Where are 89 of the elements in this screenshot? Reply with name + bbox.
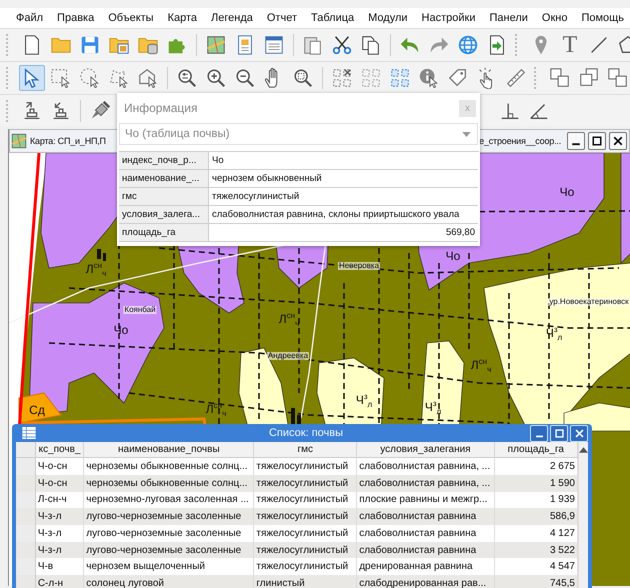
scrollbar[interactable] (578, 442, 588, 588)
window-title: Информация (124, 101, 198, 115)
soil-label: Чо (446, 250, 460, 262)
clear-selection-icon[interactable] (331, 67, 353, 89)
soil-label: Сд (29, 404, 45, 416)
maximize-icon[interactable] (588, 132, 606, 150)
village-blocks-drawing (97, 249, 106, 261)
ruler-icon[interactable] (505, 67, 527, 89)
zoom-rectangle-icon[interactable] (292, 67, 314, 89)
close-icon[interactable] (609, 132, 627, 150)
grid-squares-icon[interactable] (360, 67, 382, 89)
zoom-in-icon[interactable] (205, 67, 227, 89)
zoom-settings-icon[interactable] (176, 67, 198, 89)
overlap-squares-icon[interactable] (578, 67, 600, 89)
table-cell: Ч-о-сн (35, 474, 84, 492)
table-cell: 3 522 (494, 542, 578, 558)
table-cell: тяжелосуглинистый (254, 542, 357, 558)
table-cell: солонец луговой (84, 575, 254, 588)
globe-icon[interactable] (457, 34, 479, 56)
table-cell: слабоволнистая равнина (356, 542, 494, 558)
text-tool[interactable]: T (557, 32, 583, 58)
menu-item[interactable]: Настройки (414, 12, 482, 24)
caret-icon (462, 132, 471, 136)
table-icon[interactable] (263, 34, 285, 56)
table-cell: слабоволнистая равнина (356, 508, 494, 525)
field-value: тяжелосуглинистый (209, 188, 478, 206)
overlap-squares-icon[interactable] (607, 67, 629, 89)
map-icon[interactable] (205, 34, 227, 56)
field-value: 569,80 (209, 224, 478, 242)
menu-item[interactable]: Таблица (304, 12, 362, 24)
table-cell: лугово-черноземные засоленные (84, 542, 254, 558)
table-icon (21, 425, 37, 441)
cut-icon[interactable] (331, 34, 353, 56)
field-name: наименование_... (119, 170, 209, 188)
field-value: слабоволнистая равнина, склоны прииртышского увала (209, 206, 478, 224)
field-name: условия_залега... (119, 206, 209, 224)
place-name: Неверовка (338, 262, 380, 270)
menu-item[interactable]: Правка (50, 12, 102, 24)
menu-item[interactable]: Панели (482, 12, 535, 24)
window-title: Карта: СП_и_НП,П (30, 136, 106, 146)
field-name: индекс_почв_р... (119, 152, 209, 170)
place-name: Коянбай (123, 306, 157, 314)
field-name: площадь_га (119, 224, 209, 242)
paste-icon[interactable] (302, 34, 324, 56)
column-header[interactable]: условия_залегания (356, 442, 494, 458)
select-all-icon[interactable] (389, 67, 411, 89)
soil-label: Чо (560, 186, 574, 198)
info-icon[interactable] (418, 67, 440, 89)
column-header[interactable]: кс_почв_ (35, 442, 84, 458)
place-name: Андреевка (266, 352, 310, 360)
save-icon[interactable] (79, 34, 101, 56)
menu-item[interactable]: Окно (534, 12, 574, 24)
field-value: чернозем обыкновенный (209, 170, 478, 188)
table-cell: 745,5 (494, 575, 578, 588)
table-cell: слабоволнистая равнина, ... (356, 474, 494, 492)
place-name: ур.Новоекатериновск (548, 298, 630, 306)
column-header[interactable]: площадь_га (494, 442, 578, 458)
table-cell: тяжелосуглинистый (254, 508, 357, 525)
table-cell: 1 590 (494, 474, 578, 492)
table-cell: 586,9 (494, 508, 578, 525)
field-value: Чо (209, 152, 478, 170)
soil-label: Чо (114, 324, 128, 336)
table-cell: Ч-з-л (35, 508, 84, 525)
menu-item[interactable]: Карта (160, 12, 204, 24)
minimize-icon[interactable] (567, 132, 585, 150)
overlap-squares-icon[interactable] (549, 67, 571, 89)
copy-icon[interactable] (360, 34, 382, 56)
window-title: е_строения__соор... (479, 136, 561, 146)
field-name: гмс (119, 188, 209, 206)
table-cell: Ч-з-л (35, 542, 84, 558)
table-cell: тяжелосуглинистый (254, 474, 357, 492)
menu-item[interactable]: Отчет (260, 12, 304, 24)
record-dropdown[interactable]: Чо (таблица почвы) (119, 123, 478, 145)
scroll-up-icon[interactable] (579, 447, 588, 453)
tag-icon[interactable] (447, 67, 469, 89)
table-cell: глинистый (254, 575, 357, 588)
table-cell: С-л-н (35, 575, 84, 588)
menu-item[interactable]: Объекты (101, 12, 161, 24)
column-header[interactable]: гмс (254, 442, 357, 458)
table-cell: черноземы обыкновенные солнц... (84, 474, 254, 492)
menu-item[interactable]: Файл (9, 12, 50, 24)
menu-item[interactable]: Модули (361, 12, 415, 24)
menu-item[interactable]: Легенда (204, 12, 260, 24)
column-header[interactable]: наименование_почвы (84, 442, 254, 458)
table-cell: слабодренированная рав... (356, 575, 494, 588)
window-title: Список: почвы (268, 427, 344, 439)
menu-item[interactable]: Помощь (574, 12, 630, 24)
zoom-out-icon[interactable] (234, 67, 256, 89)
table-cell: лугово-черноземные засоленные (84, 508, 254, 525)
